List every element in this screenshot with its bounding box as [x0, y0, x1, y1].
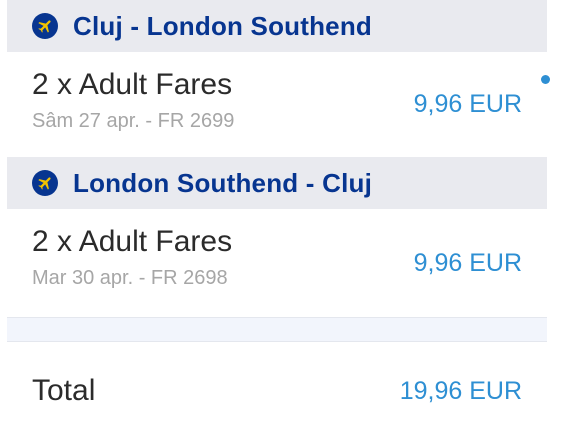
outbound-fare-label: 2 x Adult Fares [32, 68, 233, 101]
outbound-route-title: Cluj - London Southend [73, 10, 372, 41]
section-divider [7, 317, 547, 342]
total-label: Total [32, 374, 96, 407]
inbound-fare-price: 9,96 EUR [413, 249, 522, 277]
plane-icon [32, 170, 58, 196]
inbound-route-header: London Southend - Cluj [7, 157, 547, 209]
inbound-fare-row[interactable]: 2 x Adult Fares Mar 30 apr. - FR 2698 9,… [7, 209, 547, 314]
scroll-indicator [541, 75, 550, 84]
outbound-fare-row[interactable]: 2 x Adult Fares Sâm 27 apr. - FR 2699 9,… [7, 52, 547, 157]
inbound-fare-label: 2 x Adult Fares [32, 225, 233, 258]
outbound-route-header: Cluj - London Southend [7, 0, 547, 52]
fare-breakdown-page: Cluj - London Southend 2 x Adult Fares S… [0, 0, 577, 436]
inbound-flight-details: Mar 30 apr. - FR 2698 [32, 267, 228, 289]
total-price: 19,96 EUR [399, 377, 522, 405]
outbound-fare-price: 9,96 EUR [413, 90, 522, 118]
outbound-flight-details: Sâm 27 apr. - FR 2699 [32, 110, 235, 132]
plane-icon [32, 13, 58, 39]
inbound-route-title: London Southend - Cluj [73, 167, 372, 198]
